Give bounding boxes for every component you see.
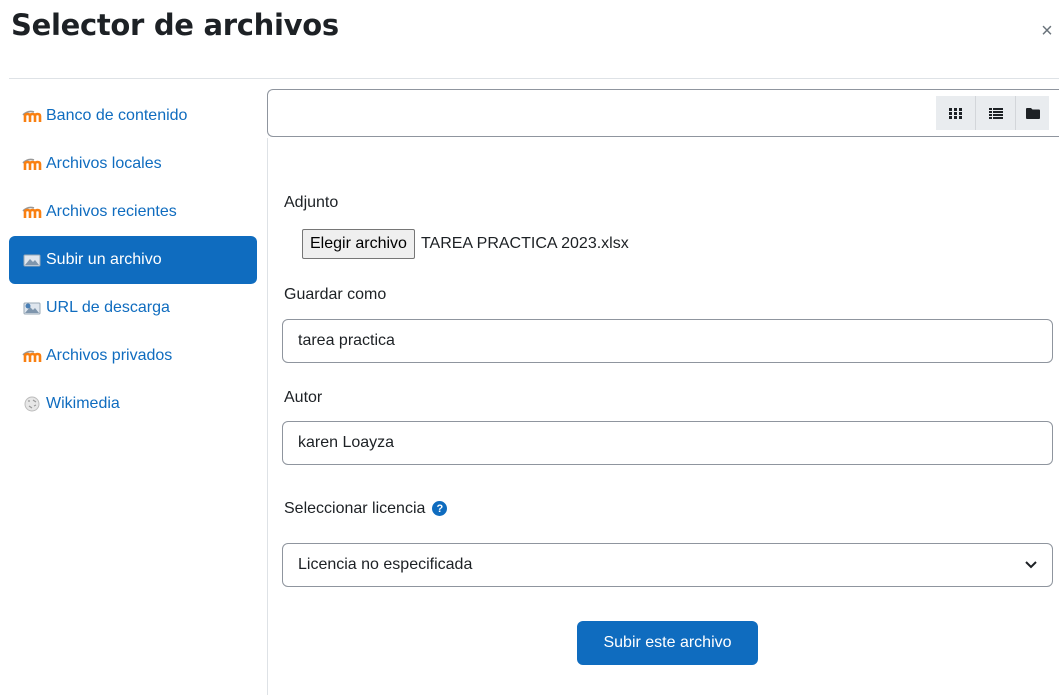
- repository-sidebar: Banco de contenido Archivos locales Arch…: [9, 92, 257, 428]
- help-icon[interactable]: ?: [432, 501, 448, 517]
- upload-file-button[interactable]: Subir este archivo: [577, 621, 758, 665]
- sidebar-item-wikimedia[interactable]: Wikimedia: [9, 380, 257, 428]
- author-label: Autor: [284, 389, 323, 406]
- moodle-icon: [22, 204, 42, 220]
- sidebar-item-archivos-locales[interactable]: Archivos locales: [9, 140, 257, 188]
- moodle-icon: [22, 108, 42, 124]
- save-as-label: Guardar como: [284, 286, 387, 303]
- folder-view-icon[interactable]: [1016, 96, 1049, 130]
- icons-view-icon[interactable]: [936, 96, 976, 130]
- sidebar-item-label: Archivos recientes: [46, 203, 177, 220]
- moodle-icon: [22, 156, 42, 172]
- choose-file-button[interactable]: Elegir archivo: [302, 229, 415, 259]
- license-select[interactable]: Licencia no especificada: [282, 543, 1053, 587]
- sidebar-item-url-de-descarga[interactable]: URL de descarga: [9, 284, 257, 332]
- sidebar-item-label: Archivos locales: [46, 155, 162, 172]
- file-input: Elegir archivo TAREA PRACTICA 2023.xlsx: [302, 229, 629, 259]
- license-label-row: Seleccionar licencia?: [284, 500, 448, 518]
- selected-file-name: TAREA PRACTICA 2023.xlsx: [420, 235, 629, 252]
- view-switcher: [936, 96, 1049, 130]
- chevron-down-icon: [1025, 556, 1037, 574]
- save-as-input[interactable]: [282, 319, 1053, 363]
- header-divider: [9, 78, 1059, 79]
- wikimedia-icon: [22, 396, 42, 412]
- license-label: Seleccionar licencia: [284, 500, 426, 517]
- url-download-icon: [22, 300, 42, 316]
- author-input[interactable]: [282, 421, 1053, 465]
- sidebar-item-label: Banco de contenido: [46, 107, 188, 124]
- moodle-icon: [22, 348, 42, 364]
- sidebar-item-banco-de-contenido[interactable]: Banco de contenido: [9, 92, 257, 140]
- license-selected-value: Licencia no especificada: [298, 556, 473, 573]
- sidebar-item-subir-un-archivo[interactable]: Subir un archivo: [9, 236, 257, 284]
- attachment-label: Adjunto: [284, 194, 339, 211]
- sidebar-item-archivos-privados[interactable]: Archivos privados: [9, 332, 257, 380]
- sidebar-item-label: URL de descarga: [46, 299, 170, 316]
- content-panel-border: [267, 138, 268, 695]
- sidebar-item-label: Archivos privados: [46, 347, 173, 364]
- upload-icon: [22, 252, 42, 268]
- list-view-icon[interactable]: [976, 96, 1016, 130]
- sidebar-item-label: Subir un archivo: [46, 251, 162, 268]
- dialog-title: Selector de archivos: [11, 8, 339, 42]
- close-icon[interactable]: ×: [1038, 21, 1056, 41]
- sidebar-item-archivos-recientes[interactable]: Archivos recientes: [9, 188, 257, 236]
- sidebar-item-label: Wikimedia: [46, 395, 120, 412]
